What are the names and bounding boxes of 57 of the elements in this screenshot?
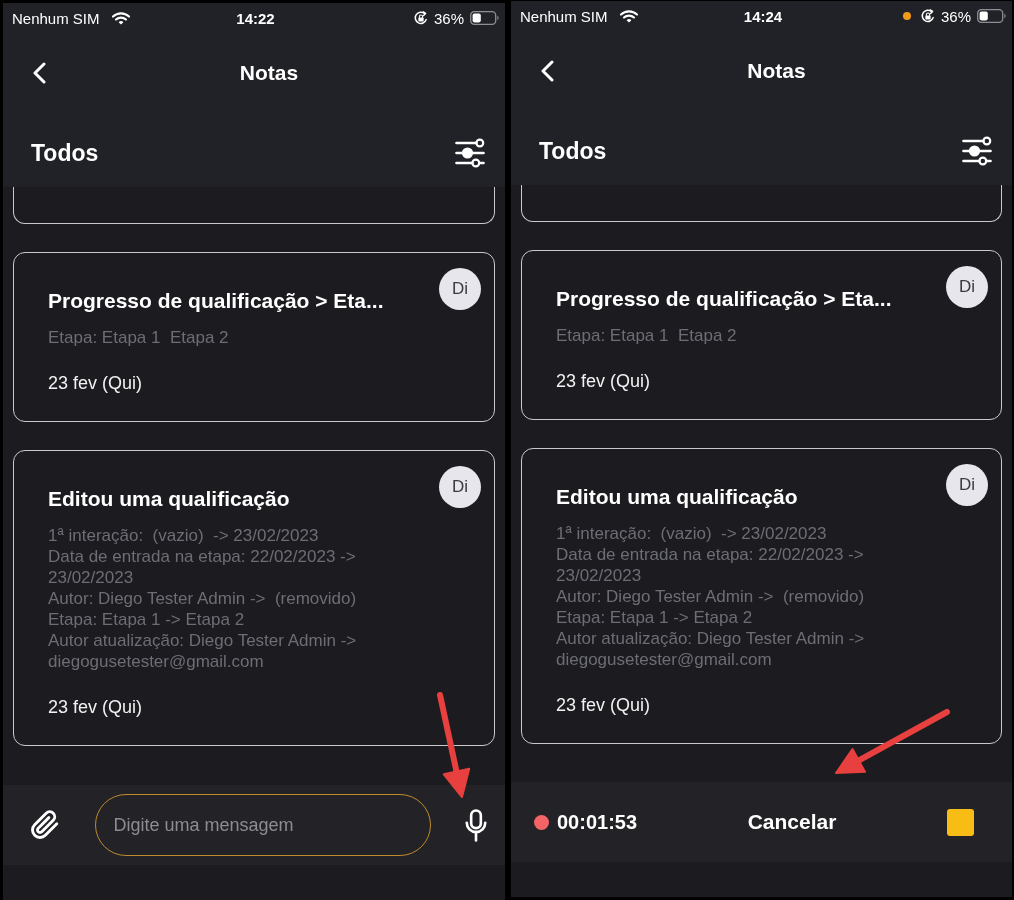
status-time: 14:22	[236, 9, 275, 27]
filter-title: Todos	[31, 139, 99, 167]
author-avatar: Di	[439, 466, 481, 508]
carrier-name: Nenhum SIM	[520, 7, 608, 25]
note-title: Progresso de qualificação > Eta...	[48, 288, 384, 314]
filter-settings-icon[interactable]	[962, 136, 992, 166]
note-date: 23 fev (Qui)	[48, 696, 143, 719]
note-card[interactable]: Progresso de qualificação > Eta... Etapa: Etapa 1 Etapa 2 23 fev (Qui) Di	[521, 250, 1002, 420]
note-detail: Etapa: Etapa 1 Etapa 2	[48, 327, 229, 348]
note-detail: Etapa: Etapa 1 -> Etapa 2	[556, 607, 753, 628]
battery-percent: 36%	[433, 9, 464, 27]
message-input[interactable]: Digite uma mensagem	[94, 794, 431, 856]
author-avatar: Di	[439, 268, 481, 310]
note-date: 23 fev (Qui)	[556, 370, 651, 393]
note-card[interactable]	[521, 185, 1002, 222]
microphone-icon[interactable]	[465, 808, 487, 842]
note-title: Progresso de qualificação > Eta...	[556, 286, 892, 312]
note-detail: Etapa: Etapa 1 -> Etapa 2	[48, 609, 245, 630]
note-card[interactable]: Progresso de qualificação > Eta... Etapa: Etapa 1 Etapa 2 23 fev (Qui) Di	[13, 252, 495, 422]
note-detail: Autor: Diego Tester Admin -> (removido)	[48, 588, 357, 609]
note-detail: Autor atualização: Diego Tester Admin -> diegogusetester@gmail.com	[48, 630, 358, 672]
orientation-lock-icon	[413, 11, 428, 25]
note-detail: Autor: Diego Tester Admin -> (removido)	[556, 586, 865, 607]
screen-title: Notas	[239, 61, 299, 85]
author-avatar: Di	[946, 464, 988, 506]
author-avatar: Di	[946, 266, 988, 308]
battery-percent: 36%	[940, 7, 971, 25]
battery-icon	[470, 11, 499, 25]
screen-title: Notas	[747, 59, 806, 83]
note-detail: Data de entrada na etapa: 22/02/2023 -> 23/02/2023	[556, 544, 865, 586]
note-date: 23 fev (Qui)	[48, 372, 143, 395]
note-detail: Etapa: Etapa 1 Etapa 2	[556, 325, 737, 346]
recording-timer: 00:01:53	[557, 810, 638, 834]
back-icon[interactable]	[33, 62, 46, 84]
note-card[interactable]	[13, 187, 495, 224]
orientation-lock-icon	[920, 9, 935, 23]
note-date: 23 fev (Qui)	[556, 694, 651, 717]
filter-settings-icon[interactable]	[455, 138, 485, 168]
note-detail: 1ª interação: (vazio) -> 23/02/2023	[556, 523, 827, 544]
carrier-name: Nenhum SIM	[12, 9, 100, 27]
back-icon[interactable]	[541, 60, 554, 82]
note-detail: 1ª interação: (vazio) -> 23/02/2023	[48, 525, 319, 546]
battery-icon	[977, 9, 1006, 23]
note-detail: Data de entrada na etapa: 22/02/2023 -> 23/02/2023	[48, 546, 357, 588]
wifi-icon	[111, 11, 130, 25]
note-card[interactable]	[521, 448, 1002, 744]
filter-title: Todos	[539, 137, 607, 165]
note-title: Editou uma qualificação	[556, 484, 798, 510]
note-detail: Autor atualização: Diego Tester Admin -> diegogusetester@gmail.com	[556, 628, 866, 670]
status-time: 14:24	[743, 7, 783, 25]
note-title: Editou uma qualificação	[48, 486, 290, 512]
stop-icon[interactable]	[947, 808, 974, 836]
recording-dot-icon	[534, 814, 549, 830]
note-card[interactable]	[13, 450, 495, 746]
paperclip-icon[interactable]	[30, 810, 60, 840]
wifi-icon	[619, 9, 638, 23]
cancel-button[interactable]: Cancelar	[747, 810, 837, 834]
